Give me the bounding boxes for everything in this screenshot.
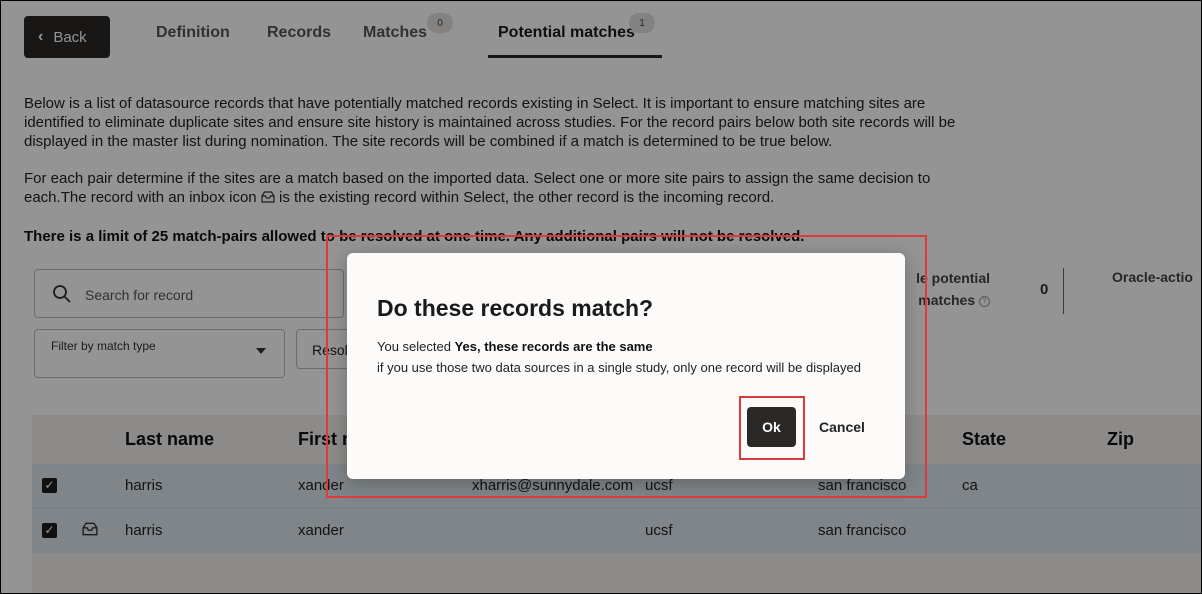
dialog-selection-text: You selected Yes, these records are the … xyxy=(377,339,653,354)
dialog-description: if you use those two data sources in a s… xyxy=(377,360,861,375)
cancel-button[interactable]: Cancel xyxy=(813,407,865,447)
dialog-selection-prefix: You selected xyxy=(377,339,455,354)
dialog-title: Do these records match? xyxy=(377,295,654,321)
dialog-selection-value: Yes, these records are the same xyxy=(454,339,653,354)
confirm-match-dialog: Do these records match? You selected Yes… xyxy=(347,253,905,479)
ok-button[interactable]: Ok xyxy=(747,407,796,447)
